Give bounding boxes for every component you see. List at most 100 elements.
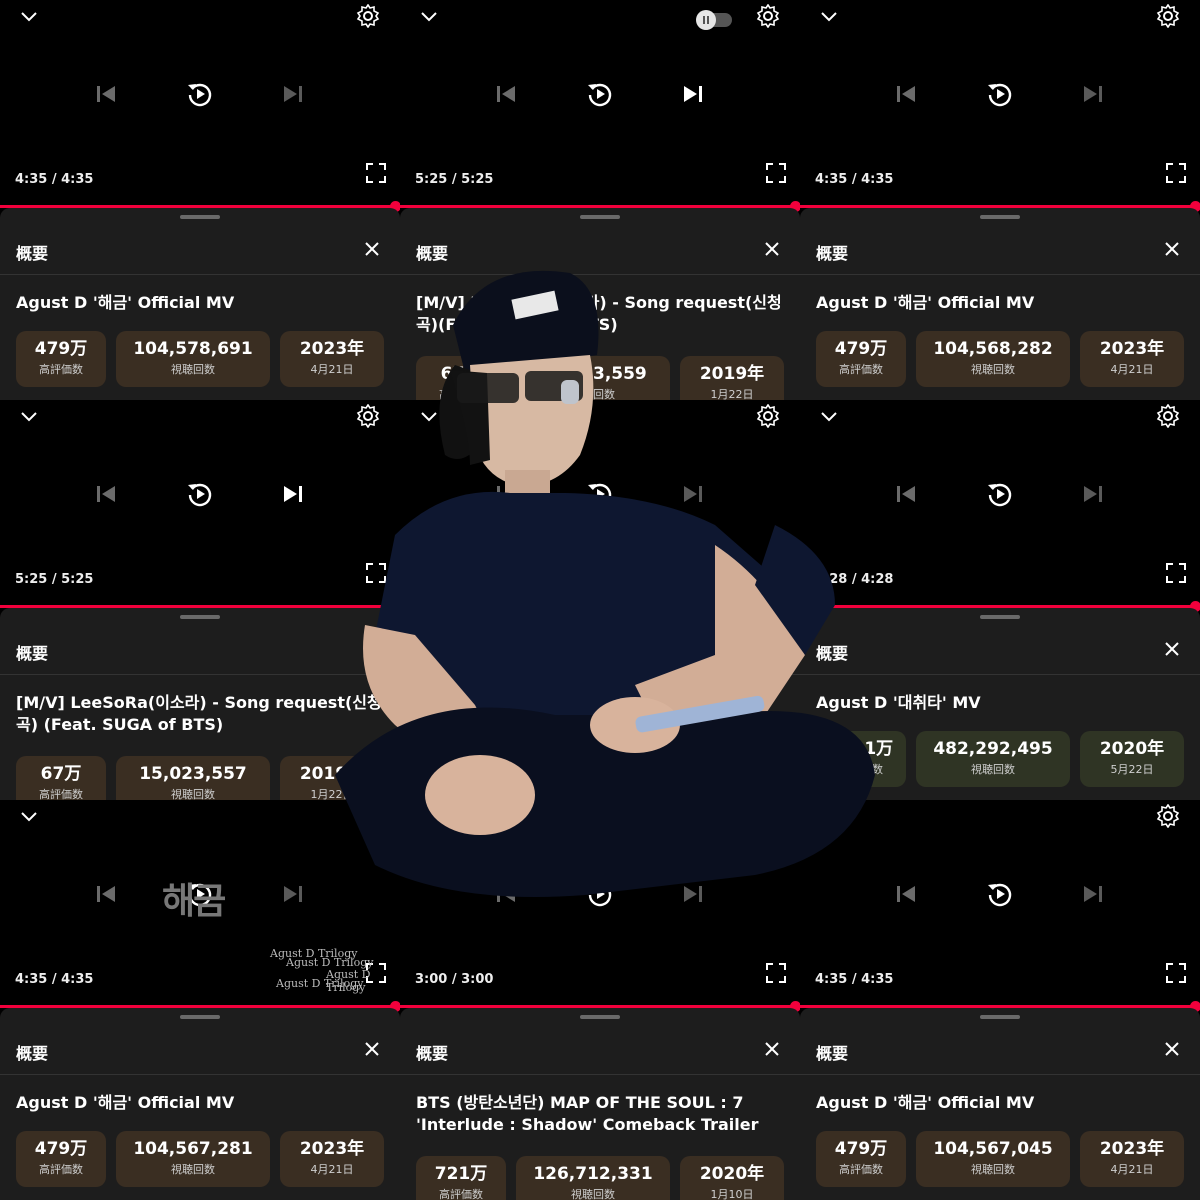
views-stat: 15,023,557 視聴回数	[116, 756, 270, 800]
previous-icon[interactable]	[495, 84, 517, 104]
gear-icon[interactable]	[356, 3, 380, 29]
time-display: 4:35 / 4:35	[815, 972, 894, 987]
time-display: 4:35 / 4:35	[15, 972, 94, 987]
chevron-down-icon[interactable]	[418, 6, 440, 28]
drag-handle[interactable]	[180, 1015, 220, 1019]
replay-icon[interactable]	[986, 480, 1014, 508]
replay-icon[interactable]	[586, 80, 614, 108]
close-icon[interactable]	[764, 1041, 780, 1057]
date-stat: 2023年 4月21日	[1080, 1131, 1184, 1187]
views-stat: 126,712,331 視聴回数	[516, 1156, 670, 1200]
fullscreen-icon[interactable]	[1165, 962, 1187, 984]
pause-icon	[696, 10, 716, 30]
next-icon[interactable]	[682, 84, 704, 104]
views-label: 視聴回数	[971, 363, 1015, 376]
date: 1月10日	[710, 1188, 754, 1200]
views-count: 126,712,331	[533, 1164, 653, 1184]
gear-icon[interactable]	[1156, 803, 1180, 829]
views-label: 視聴回数	[171, 788, 215, 800]
chevron-down-icon[interactable]	[18, 806, 40, 828]
divider	[400, 1074, 800, 1075]
fullscreen-icon[interactable]	[1165, 562, 1187, 584]
views-count: 482,292,495	[933, 739, 1053, 759]
autoplay-toggle[interactable]	[696, 10, 732, 30]
fullscreen-icon[interactable]	[1165, 162, 1187, 184]
likes-label: 高評価数	[39, 363, 83, 376]
previous-icon[interactable]	[895, 84, 917, 104]
likes-count: 67万	[40, 764, 82, 784]
fullscreen-icon[interactable]	[765, 162, 787, 184]
video-player[interactable]: 5:25 / 5:25	[400, 0, 800, 206]
close-icon[interactable]	[1164, 241, 1180, 257]
time-display: 4:35 / 4:35	[15, 172, 94, 187]
fullscreen-icon[interactable]	[365, 162, 387, 184]
likes-count: 479万	[34, 339, 88, 359]
replay-icon[interactable]	[186, 480, 214, 508]
drag-handle[interactable]	[980, 215, 1020, 219]
description-sheet: 概要 Agust D '해금' Official MV 479万 高評価数 10…	[800, 1008, 1200, 1200]
views-stat: 104,578,691 視聴回数	[116, 331, 270, 387]
chevron-down-icon[interactable]	[18, 406, 40, 428]
gear-icon[interactable]	[756, 3, 780, 29]
next-icon[interactable]	[282, 884, 304, 904]
video-title: [M/V] LeeSoRa(이소라) - Song request(신청곡) (…	[16, 693, 382, 734]
date-stat: 2023年 4月21日	[1080, 331, 1184, 387]
views-label: 視聴回数	[171, 1163, 215, 1176]
haegeum-logo: 해금	[162, 881, 226, 922]
chevron-down-icon[interactable]	[18, 6, 40, 28]
description-sheet: 概要 BTS (방탄소년단) MAP OF THE SOUL : 7 'Inte…	[400, 1008, 800, 1200]
previous-icon[interactable]	[95, 884, 117, 904]
replay-icon[interactable]	[986, 880, 1014, 908]
drag-handle[interactable]	[580, 215, 620, 219]
views-count: 104,578,691	[133, 339, 253, 359]
year: 2023年	[299, 1139, 365, 1159]
video-player[interactable]: 4:35 / 4:35	[800, 0, 1200, 206]
views-label: 視聴回数	[971, 1163, 1015, 1176]
replay-icon[interactable]	[986, 80, 1014, 108]
next-icon[interactable]	[282, 484, 304, 504]
likes-stat: 479万 高評価数	[16, 1131, 106, 1187]
views-label: 視聴回数	[171, 363, 215, 376]
close-icon[interactable]	[1164, 1041, 1180, 1057]
time-display: 5:25 / 5:25	[415, 172, 494, 187]
likes-label: 高評価数	[39, 1163, 83, 1176]
replay-icon[interactable]	[186, 80, 214, 108]
sheet-title: 概要	[816, 1044, 849, 1063]
views-count: 104,567,045	[933, 1139, 1053, 1159]
views-label: 視聴回数	[971, 763, 1015, 776]
drag-handle[interactable]	[180, 215, 220, 219]
video-title: Agust D '해금' Official MV	[16, 293, 235, 312]
previous-icon[interactable]	[95, 84, 117, 104]
gear-icon[interactable]	[1156, 3, 1180, 29]
date-stat: 2023年 4月21日	[280, 1131, 384, 1187]
views-stat: 104,567,045 視聴回数	[916, 1131, 1070, 1187]
chevron-down-icon[interactable]	[818, 6, 840, 28]
close-icon[interactable]	[1164, 641, 1180, 657]
drag-handle[interactable]	[980, 1015, 1020, 1019]
previous-icon[interactable]	[895, 884, 917, 904]
time-display: 5:25 / 5:25	[15, 572, 94, 587]
views-stat: 104,567,281 視聴回数	[116, 1131, 270, 1187]
drag-handle[interactable]	[980, 615, 1020, 619]
previous-icon[interactable]	[95, 484, 117, 504]
previous-icon[interactable]	[895, 484, 917, 504]
video-title: Agust D '해금' Official MV	[16, 1093, 235, 1112]
date: 4月21日	[310, 1163, 354, 1176]
fullscreen-icon[interactable]	[765, 962, 787, 984]
next-icon[interactable]	[1082, 84, 1104, 104]
year: 2023年	[1099, 1139, 1165, 1159]
likes-count: 721万	[434, 1164, 488, 1184]
likes-label: 高評価数	[439, 1188, 483, 1200]
gear-icon[interactable]	[1156, 403, 1180, 429]
next-icon[interactable]	[1082, 884, 1104, 904]
drag-handle[interactable]	[580, 1015, 620, 1019]
date: 4月21日	[1110, 1163, 1154, 1176]
sheet-title: 概要	[16, 244, 49, 263]
next-icon[interactable]	[282, 84, 304, 104]
date: 4月21日	[1110, 363, 1154, 376]
next-icon[interactable]	[1082, 484, 1104, 504]
drag-handle[interactable]	[180, 615, 220, 619]
close-icon[interactable]	[364, 1041, 380, 1057]
video-player[interactable]: 4:35 / 4:35	[0, 0, 400, 206]
likes-count: 479万	[834, 1139, 888, 1159]
